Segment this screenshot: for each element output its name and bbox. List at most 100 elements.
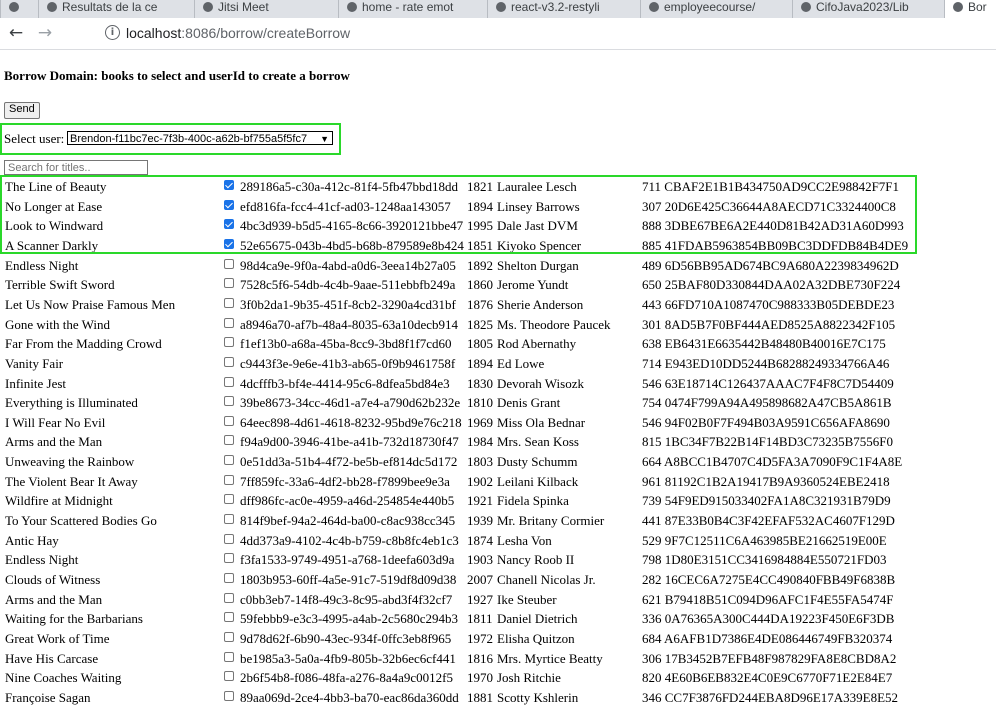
book-checkbox[interactable]	[224, 533, 234, 544]
book-checkbox[interactable]	[224, 612, 234, 623]
book-year: 1825	[467, 316, 493, 332]
book-id: 64eec898-4d61-4618-8232-95bd9e76c218	[240, 414, 462, 430]
book-isbn: 529 9F7C12511C6A463985BE21662519E00E	[642, 532, 887, 548]
book-row: Wildfire at Midnight dff986fc-ac0e-4959-a…	[0, 490, 996, 510]
book-checkbox[interactable]	[224, 494, 234, 505]
book-checkbox[interactable]	[224, 435, 234, 446]
tab-favicon-icon	[801, 2, 811, 12]
book-author: Scotty Kshlerin	[497, 689, 579, 705]
page-title: Borrow Domain: books to select and userI…	[4, 68, 350, 83]
book-checkbox[interactable]	[224, 671, 234, 682]
book-id: dff986fc-ac0e-4959-a46d-254854e440b5	[240, 493, 455, 509]
book-author: Rod Abernathy	[497, 336, 577, 352]
browser-tab[interactable]: Jitsi Meet	[194, 0, 339, 18]
book-title: Unweaving the Rainbow	[5, 454, 135, 470]
book-checkbox[interactable]	[224, 553, 234, 564]
book-year: 1902	[467, 473, 493, 489]
book-title: Look to Windward	[5, 218, 104, 234]
book-author: Lauralee Lesch	[497, 179, 577, 194]
book-author: Dale Jast DVM	[497, 218, 578, 234]
book-checkbox[interactable]	[224, 238, 234, 249]
book-checkbox[interactable]	[224, 297, 234, 308]
book-id: 89aa069d-2ce4-4bb3-ba70-eac86da360dd	[240, 689, 459, 705]
book-checkbox[interactable]	[224, 376, 234, 387]
book-year: 1995	[467, 218, 493, 234]
browser-tab[interactable]: Bor	[944, 0, 996, 18]
tab-favicon-icon	[203, 2, 213, 12]
book-checkbox[interactable]	[224, 690, 234, 701]
book-checkbox[interactable]	[224, 592, 234, 603]
book-row: Let Us Now Praise Famous Men 3f0b2da1-9b3…	[0, 294, 996, 314]
site-info-icon[interactable]: i	[105, 25, 120, 40]
book-isbn: 820 4E60B6EB832E4C0E9C6770F71E2E84E7	[642, 670, 893, 686]
book-author: Mrs. Sean Koss	[497, 434, 579, 450]
book-checkbox[interactable]	[224, 514, 234, 525]
book-checkbox[interactable]	[224, 415, 234, 426]
book-author: Ed Lowe	[497, 355, 545, 371]
book-checkbox[interactable]	[224, 356, 234, 367]
address-bar[interactable]: localhost:8086/borrow/createBorrow	[126, 25, 350, 41]
book-year: 1892	[467, 257, 493, 273]
browser-tab[interactable]	[0, 0, 39, 18]
book-isbn: 307 20D6E425C36644A8AECD71C3324400C8	[642, 198, 896, 214]
book-title: Far From the Madding Crowd	[5, 336, 162, 352]
tab-label: CifoJava2023/Lib	[816, 0, 909, 14]
url-host: localhost	[126, 25, 182, 41]
book-author: Ms. Theodore Paucek	[497, 316, 611, 332]
browser-tab[interactable]: Resultats de la ce	[38, 0, 195, 18]
book-row: Clouds of Witness 1803b953-60ff-4a5e-91c7…	[0, 569, 996, 589]
book-title: Have His Carcase	[5, 650, 99, 666]
book-checkbox[interactable]	[224, 337, 234, 348]
book-title: The Violent Bear It Away	[5, 473, 138, 489]
chevron-down-icon: ▼	[320, 134, 329, 144]
tab-favicon-icon	[47, 2, 57, 12]
title-search-input[interactable]: Search for titles..	[4, 160, 148, 175]
book-checkbox[interactable]	[224, 396, 234, 407]
book-author: Kiyoko Spencer	[497, 237, 582, 253]
browser-tab[interactable]: CifoJava2023/Lib	[792, 0, 945, 18]
book-author: Lesha Von	[497, 532, 552, 548]
book-title: Antic Hay	[5, 532, 59, 548]
book-year: 1881	[467, 689, 493, 705]
book-row: Look to Windward 4bc3d939-b5d5-4165-8c66-…	[0, 215, 996, 235]
book-checkbox[interactable]	[224, 455, 234, 466]
book-id: f3fa1533-9749-4951-a768-1deefa603d9a	[240, 552, 455, 568]
book-title: Arms and the Man	[5, 434, 103, 450]
browser-tab[interactable]: react-v3.2-restyli	[487, 0, 641, 18]
book-id: 9d78d62f-6b90-43ec-934f-0ffc3eb8f965	[240, 630, 452, 646]
book-checkbox[interactable]	[224, 278, 234, 289]
book-author: Mr. Britany Cormier	[497, 513, 605, 529]
book-isbn: 306 17B3452B7EFB48F987829FA8E8CBD8A2	[642, 650, 897, 666]
browser-tab[interactable]: home - rate emot	[338, 0, 488, 18]
select-user-row: Select user: Brendon-f11bc7ec-7f3b-400c-…	[0, 123, 341, 155]
book-checkbox[interactable]	[224, 474, 234, 485]
book-title: Infinite Jest	[5, 375, 67, 391]
book-year: 1803	[467, 454, 493, 470]
send-button[interactable]: Send	[4, 102, 40, 119]
back-arrow-icon[interactable]: ←	[5, 23, 27, 43]
book-checkbox[interactable]	[224, 651, 234, 662]
forward-arrow-icon[interactable]: →	[34, 23, 56, 43]
tab-favicon-icon	[649, 2, 659, 12]
book-title: Waiting for the Barbarians	[5, 611, 143, 627]
book-checkbox[interactable]	[224, 258, 234, 269]
book-author: Nancy Roob II	[497, 552, 575, 568]
page-content: Borrow Domain: books to select and userI…	[0, 50, 996, 707]
book-title: Clouds of Witness	[5, 572, 101, 587]
book-isbn: 888 3DBE67BE6A2E440D81B42AD31A60D993	[642, 218, 904, 234]
user-select[interactable]: Brendon-f11bc7ec-7f3b-400c-a62b-bf755a5f…	[67, 131, 333, 145]
book-id: a8946a70-af7b-48a4-8035-63a10decb914	[240, 316, 459, 332]
book-checkbox[interactable]	[224, 199, 234, 210]
book-checkbox[interactable]	[224, 573, 234, 583]
book-id: 52e65675-043b-4bd5-b68b-879589e8b424	[240, 237, 464, 253]
book-checkbox[interactable]	[224, 317, 234, 328]
browser-tab[interactable]: employeecourse/	[640, 0, 793, 18]
book-author: Mrs. Myrtice Beatty	[497, 650, 603, 666]
book-author: Dusty Schumm	[497, 454, 578, 470]
tab-label: employeecourse/	[664, 0, 756, 14]
book-checkbox[interactable]	[224, 180, 234, 190]
book-row: Antic Hay 4dd373a9-4102-4c4b-b759-c8b8fc4…	[0, 530, 996, 550]
book-checkbox[interactable]	[224, 631, 234, 642]
book-checkbox[interactable]	[224, 219, 234, 230]
book-author: Linsey Barrows	[497, 198, 580, 214]
